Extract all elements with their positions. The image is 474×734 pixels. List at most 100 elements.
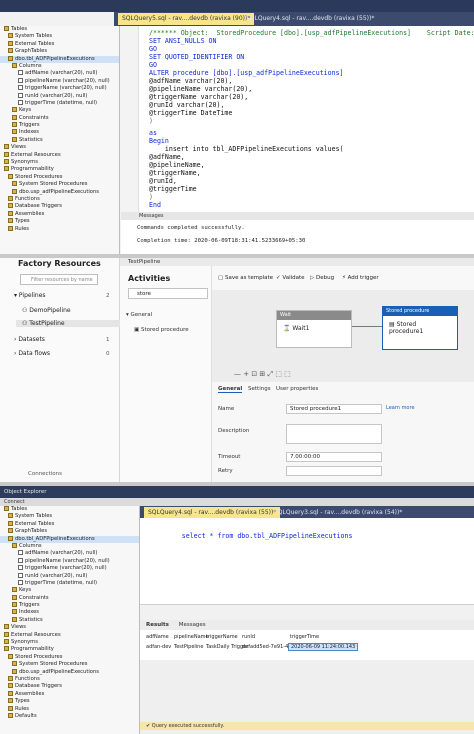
canvas-zoom-toolbar[interactable]: — + ⊡ ⊞ ⤢ ⬚ ⬚ <box>234 370 334 378</box>
tree-item[interactable]: Tables <box>0 506 139 513</box>
tab-general[interactable]: General <box>218 386 243 393</box>
tree-item[interactable]: Database Triggers <box>0 683 139 690</box>
tree-item-table[interactable]: dbo.tbl_ADFPipelineExecutions <box>0 535 139 543</box>
tree-item-table[interactable]: dbo.tbl_ADFPipelineExecutions <box>0 55 119 63</box>
tree-item[interactable]: External Resources <box>0 151 119 159</box>
description-input[interactable] <box>286 424 382 444</box>
tree-item[interactable]: Functions <box>0 675 139 683</box>
tree-item[interactable]: Rules <box>0 225 119 233</box>
name-input[interactable]: Stored procedure1 <box>286 404 382 414</box>
tree-item[interactable]: Synonyms <box>0 639 139 646</box>
table-cell[interactable]: TestPipeline <box>174 644 203 650</box>
tree-item[interactable]: Functions <box>0 195 119 203</box>
pipeline-toolbar: ▢ Save as template ✓ Validate ▷ Debug ⚡ … <box>212 266 474 290</box>
tree-item[interactable]: GraphTables <box>0 48 119 55</box>
tab-query5[interactable]: SQLQuery5.sql - rav....devdb (ravixa (90… <box>118 13 255 25</box>
save-as-template-button[interactable]: ▢ Save as template <box>218 275 273 281</box>
tree-item[interactable]: Keys <box>0 107 119 114</box>
tree-item[interactable]: System Tables <box>0 513 139 520</box>
validate-button[interactable]: ✓ Validate <box>276 275 305 281</box>
tree-item[interactable]: System Tables <box>0 33 119 40</box>
tree-item[interactable]: Defaults <box>0 712 139 720</box>
pipeline-item-demo[interactable]: ⚇ DemoPipeline <box>22 307 71 314</box>
tree-item[interactable]: Keys <box>0 587 139 594</box>
tree-item[interactable]: Columns <box>0 542 139 550</box>
tree-item[interactable]: Views <box>0 624 139 631</box>
tree-column[interactable]: runId (varchar(20), null) <box>0 572 139 580</box>
tree-item[interactable]: External Tables <box>0 40 119 48</box>
timeout-input[interactable]: 7.00:00:00 <box>286 452 382 462</box>
tree-item[interactable]: System Stored Procedures <box>0 181 119 188</box>
debug-button[interactable]: ▷ Debug <box>310 275 334 281</box>
tree-item[interactable]: Triggers <box>0 122 119 129</box>
tree-item[interactable]: Constraints <box>0 594 139 602</box>
tree-item[interactable]: GraphTables <box>0 528 139 535</box>
tree-item[interactable]: Programmability <box>0 166 119 173</box>
tree-item[interactable]: Statistics <box>0 616 139 624</box>
tree-item[interactable]: Assemblies <box>0 690 139 698</box>
code-line: @triggerName varchar(20), <box>149 93 249 101</box>
table-cell-selected[interactable]: 2020-06-09 11:24:00.143 <box>288 643 359 651</box>
results-tab[interactable]: Results <box>146 622 169 628</box>
stored-procedure-node[interactable]: Stored procedure ▤ Stored procedure1 <box>382 306 458 350</box>
messages-tab[interactable]: Messages <box>179 622 206 628</box>
tree-column[interactable]: pipelineName (varchar(20), null) <box>0 77 119 85</box>
pipeline-item-test[interactable]: ⚇ TestPipeline <box>16 320 120 327</box>
tree-item[interactable]: Indexes <box>0 129 119 136</box>
connections-link[interactable]: Connections <box>28 471 62 477</box>
dataflows-group[interactable]: › Data flows <box>14 350 50 357</box>
tree-item[interactable]: Triggers <box>0 602 139 609</box>
tree-item[interactable]: Types <box>0 698 139 705</box>
pipelines-group[interactable]: ▾ Pipelines <box>14 292 46 299</box>
tree-item[interactable]: Statistics <box>0 136 119 144</box>
tree-item[interactable]: Synonyms <box>0 159 119 166</box>
learn-more-link[interactable]: Learn more <box>386 405 415 411</box>
tree-column[interactable]: runId (varchar(20), null) <box>0 92 119 100</box>
tree-column[interactable]: triggerTime (datetime, null) <box>0 579 139 587</box>
results-grid[interactable]: adfName pipelineName triggerName runId t… <box>140 630 474 660</box>
pipeline-canvas[interactable]: Wait ⌛ Wait1 Stored procedure ▤ Stored p… <box>212 290 474 382</box>
pipeline-tab[interactable]: TestPipeline <box>120 258 474 266</box>
tree-item[interactable]: Assemblies <box>0 210 119 218</box>
tree-item[interactable]: Columns <box>0 62 119 70</box>
tree-column[interactable]: triggerName (varchar(20), null) <box>0 85 119 92</box>
tree-item[interactable]: Database Triggers <box>0 203 119 210</box>
tree-item[interactable]: Indexes <box>0 609 139 616</box>
tree-item-procedure[interactable]: dbo.usp_adfPipelineExecutions <box>0 188 119 196</box>
tree-item[interactable]: External Tables <box>0 520 139 528</box>
tree-item[interactable]: Stored Procedures <box>0 653 139 661</box>
wait-activity-node[interactable]: Wait ⌛ Wait1 <box>276 310 352 348</box>
activities-search-input[interactable]: store <box>128 288 208 299</box>
tab-query4[interactable]: SQLQuery4.sql - rav....devdb (ravixa (55… <box>242 13 378 25</box>
tree-item[interactable]: Tables <box>0 26 119 33</box>
stored-procedure-activity[interactable]: ▣ Stored procedure <box>134 327 189 333</box>
messages-tab[interactable]: Messages <box>121 212 474 220</box>
tree-item[interactable]: Views <box>0 144 119 151</box>
tree-item[interactable]: Programmability <box>0 646 139 653</box>
add-trigger-button[interactable]: ⚡ Add trigger <box>342 275 379 281</box>
query-editor[interactable]: select * from dbo.tbl_ADFPipelineExecuti… <box>140 518 474 604</box>
tree-column[interactable]: triggerName (varchar(20), null) <box>0 565 139 572</box>
tree-item[interactable]: Constraints <box>0 114 119 122</box>
tree-column[interactable]: adfName (varchar(20), null) <box>0 70 119 77</box>
tab-user-properties[interactable]: User properties <box>276 386 318 392</box>
retry-label: Retry <box>218 468 233 474</box>
datasets-group[interactable]: › Datasets <box>14 336 45 343</box>
resource-search-input[interactable]: Filter resources by name <box>20 274 98 285</box>
tree-column[interactable]: adfName (varchar(20), null) <box>0 550 139 557</box>
tree-column[interactable]: triggerTime (datetime, null) <box>0 99 119 107</box>
ssms-procedure-window: SQLQuery5.sql - rav....devdb (ravixa (90… <box>0 0 474 258</box>
tree-item[interactable]: System Stored Procedures <box>0 661 139 668</box>
general-group[interactable]: ▾ General <box>126 312 152 318</box>
tree-item[interactable]: Stored Procedures <box>0 173 119 181</box>
tree-item[interactable]: Rules <box>0 705 139 713</box>
tree-item[interactable]: Types <box>0 218 119 225</box>
table-cell[interactable]: adfan-dev <box>146 644 171 650</box>
query-editor[interactable]: /****** Object: StoredProcedure [dbo].[u… <box>121 26 474 212</box>
tab-settings[interactable]: Settings <box>248 386 271 392</box>
retry-input[interactable] <box>286 466 382 476</box>
tree-column[interactable]: pipelineName (varchar(20), null) <box>0 557 139 565</box>
connect-toolbar[interactable]: Connect <box>0 498 474 506</box>
tree-item[interactable]: External Resources <box>0 631 139 639</box>
tree-item-procedure[interactable]: dbo.usp_adfPipelineExecutions <box>0 668 139 676</box>
